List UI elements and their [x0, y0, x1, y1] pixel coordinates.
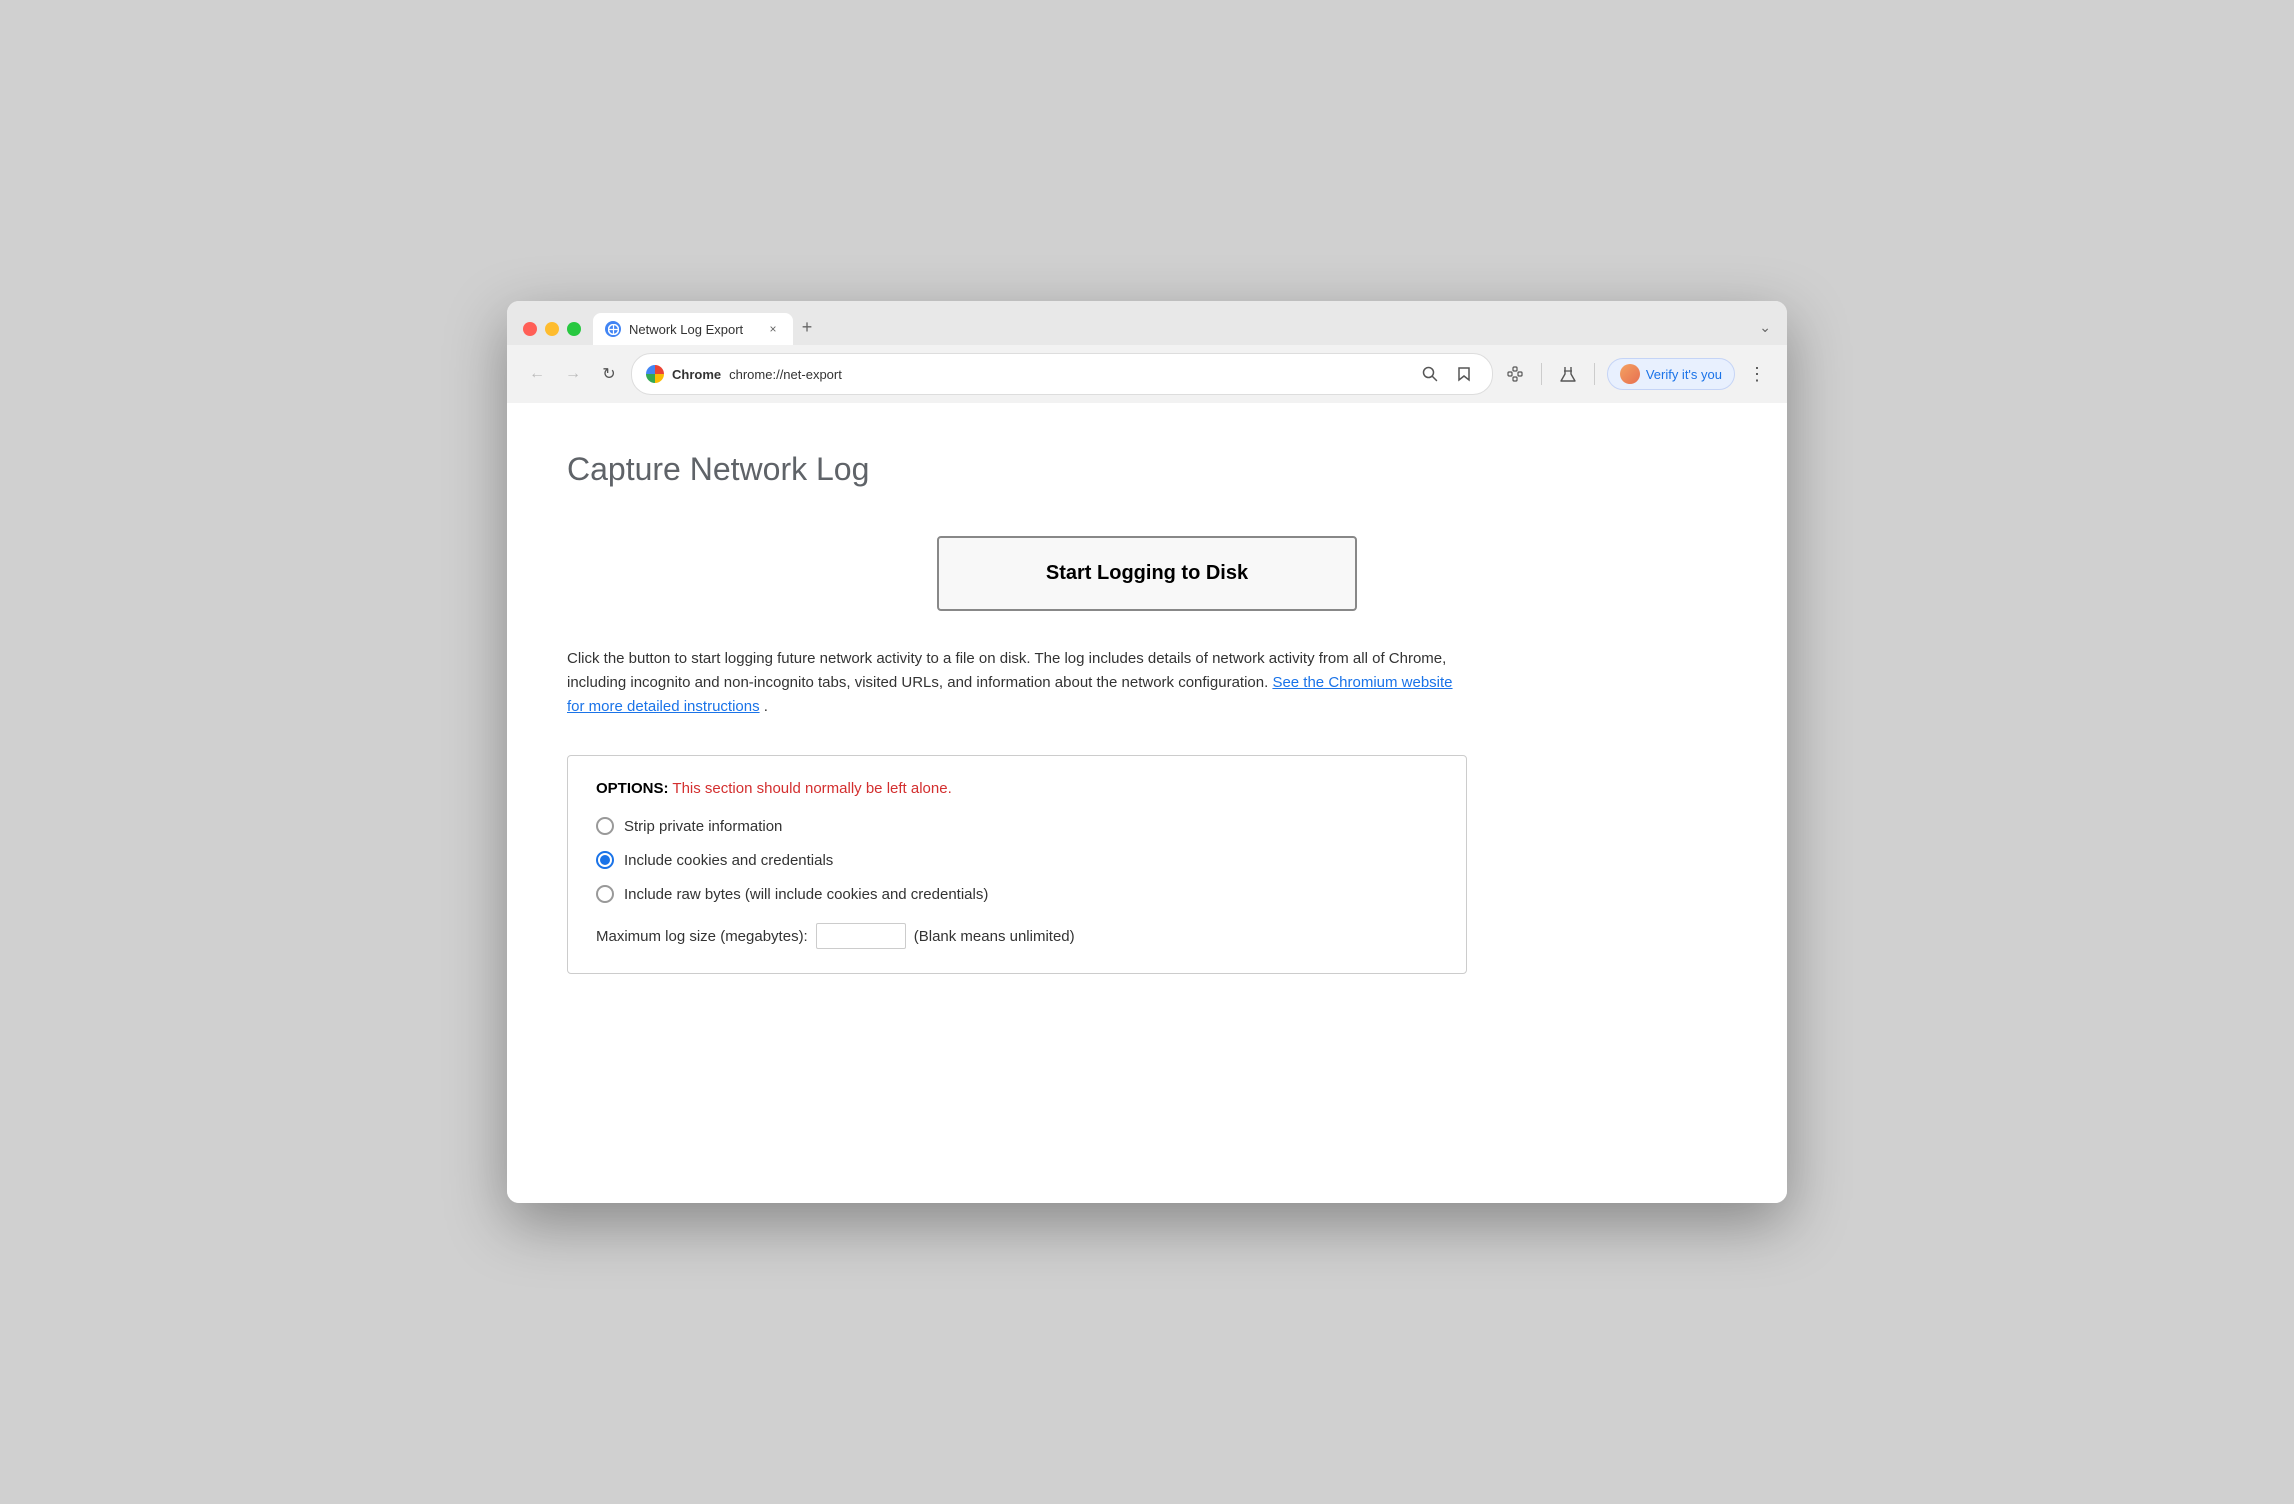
menu-icon: ⋮ — [1748, 364, 1766, 385]
max-log-label: Maximum log size (megabytes): — [596, 928, 808, 945]
options-header: OPTIONS: This section should normally be… — [596, 780, 1438, 797]
maximize-button[interactable] — [567, 322, 581, 336]
search-icon-button[interactable] — [1416, 360, 1444, 388]
radio-raw-input[interactable] — [596, 885, 614, 903]
address-bar[interactable]: Chrome chrome://net-export — [631, 353, 1493, 395]
forward-icon: → — [565, 365, 581, 383]
content-area: Capture Network Log Start Logging to Dis… — [507, 403, 1787, 1203]
user-avatar — [1620, 364, 1640, 384]
max-log-row: Maximum log size (megabytes): (Blank mea… — [596, 923, 1438, 949]
page-title: Capture Network Log — [567, 451, 1727, 488]
window-chevron-icon[interactable]: ⌄ — [1759, 319, 1771, 336]
radio-cookies-input[interactable] — [596, 851, 614, 869]
radio-raw-label: Include raw bytes (will include cookies … — [624, 886, 988, 903]
start-logging-button[interactable]: Start Logging to Disk — [937, 536, 1357, 611]
toolbar-divider — [1541, 363, 1542, 385]
close-button[interactable] — [523, 322, 537, 336]
active-tab[interactable]: Network Log Export × — [593, 313, 793, 345]
title-bar: Network Log Export × + ⌄ — [507, 301, 1787, 345]
refresh-button[interactable]: ↻ — [595, 360, 623, 388]
minimize-button[interactable] — [545, 322, 559, 336]
address-url[interactable]: chrome://net-export — [729, 367, 1408, 382]
radio-cookies[interactable]: Include cookies and credentials — [596, 851, 1438, 869]
forward-button[interactable]: → — [559, 360, 587, 388]
options-box: OPTIONS: This section should normally be… — [567, 755, 1467, 974]
radio-raw[interactable]: Include raw bytes (will include cookies … — [596, 885, 1438, 903]
radio-cookies-label: Include cookies and credentials — [624, 852, 833, 869]
description-suffix: . — [764, 698, 768, 715]
chrome-label: Chrome — [672, 367, 721, 382]
verify-button[interactable]: Verify it's you — [1607, 358, 1735, 390]
new-tab-button[interactable]: + — [793, 313, 821, 341]
browser-window: Network Log Export × + ⌄ ← → ↻ Chrome ch… — [507, 301, 1787, 1203]
title-bar-top: Network Log Export × + ⌄ — [523, 313, 1771, 345]
address-icons — [1416, 360, 1478, 388]
max-log-hint: (Blank means unlimited) — [914, 928, 1075, 945]
radio-strip-input[interactable] — [596, 817, 614, 835]
back-icon: ← — [529, 365, 545, 383]
bookmark-icon-button[interactable] — [1450, 360, 1478, 388]
tab-close-button[interactable]: × — [765, 321, 781, 337]
options-label-bold: OPTIONS: — [596, 780, 669, 797]
refresh-icon: ↻ — [602, 364, 615, 384]
radio-strip[interactable]: Strip private information — [596, 817, 1438, 835]
verify-label: Verify it's you — [1646, 367, 1722, 382]
address-bar-row: ← → ↻ Chrome chrome://net-export — [507, 345, 1787, 403]
window-controls-right: ⌄ — [1759, 319, 1771, 340]
options-warning: This section should normally be left alo… — [672, 780, 951, 797]
extension-icon-button[interactable] — [1501, 360, 1529, 388]
radio-strip-label: Strip private information — [624, 818, 782, 835]
toolbar-divider-2 — [1594, 363, 1595, 385]
max-log-input[interactable] — [816, 923, 906, 949]
traffic-lights — [523, 322, 581, 336]
tab-title: Network Log Export — [629, 322, 757, 337]
tabs-row: Network Log Export × + — [593, 313, 1747, 345]
description-text: Click the button to start logging future… — [567, 647, 1467, 719]
chrome-logo-icon — [646, 365, 664, 383]
menu-button[interactable]: ⋮ — [1743, 360, 1771, 388]
tab-favicon-icon — [605, 321, 621, 337]
radio-group: Strip private information Include cookie… — [596, 817, 1438, 949]
back-button[interactable]: ← — [523, 360, 551, 388]
labs-icon-button[interactable] — [1554, 360, 1582, 388]
